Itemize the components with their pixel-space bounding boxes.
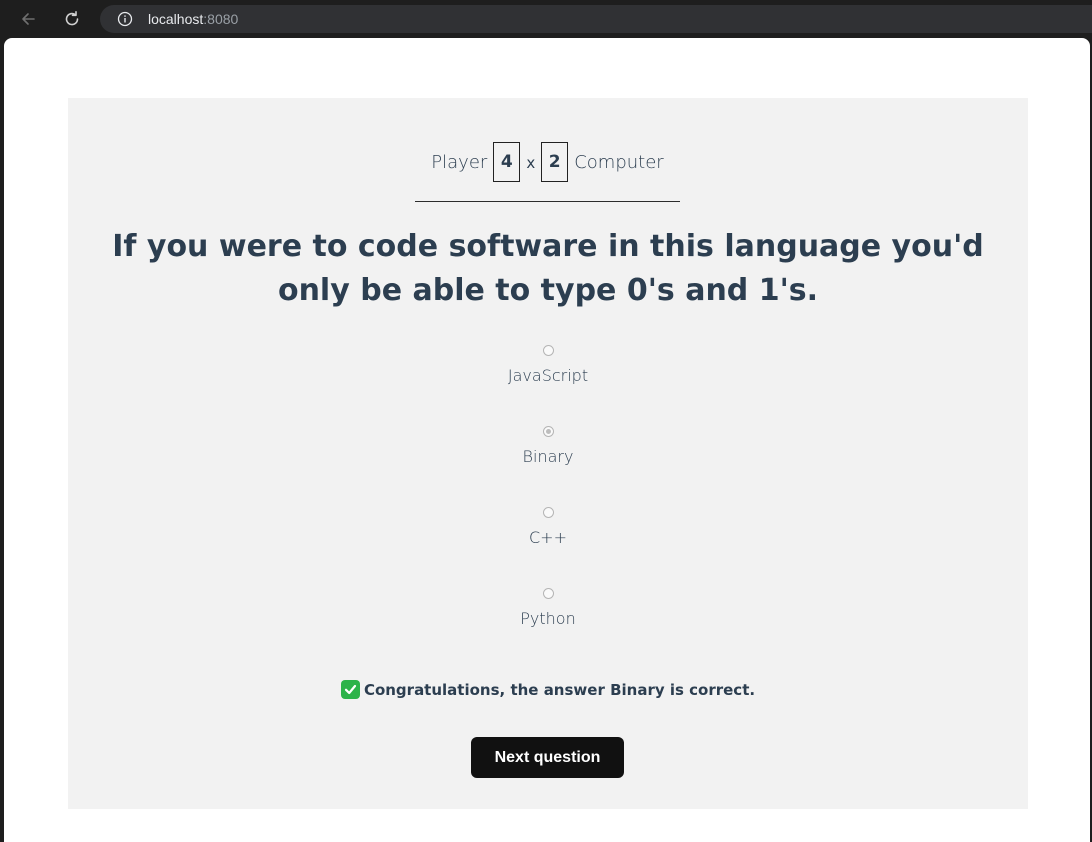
radio-button[interactable] — [542, 345, 554, 356]
score-separator: x — [526, 154, 536, 172]
url-port: :8080 — [203, 11, 239, 27]
answer-options: JavaScript Binary C++ Python — [68, 343, 1028, 667]
player-score: 4 — [493, 142, 521, 182]
check-mark-icon — [340, 680, 360, 699]
address-bar[interactable]: localhost:8080 — [100, 5, 1092, 33]
url-text: localhost:8080 — [148, 11, 238, 27]
option-binary[interactable]: Binary — [68, 424, 1028, 505]
computer-label: Computer — [574, 152, 664, 173]
computer-score: 2 — [541, 142, 569, 182]
option-label[interactable]: JavaScript — [508, 366, 588, 385]
option-python[interactable]: Python — [68, 586, 1028, 667]
player-label: Player — [431, 152, 488, 173]
page-viewport: Player 4 x 2 Computer If you were to cod… — [4, 38, 1090, 842]
option-label[interactable]: Binary — [523, 447, 574, 466]
quiz-card: Player 4 x 2 Computer If you were to cod… — [68, 98, 1028, 809]
feedback-text: Congratulations, the answer Binary is co… — [363, 680, 756, 699]
option-cpp[interactable]: C++ — [68, 505, 1028, 586]
radio-button[interactable] — [542, 507, 554, 518]
radio-button-selected[interactable] — [542, 426, 554, 437]
question-text: If you were to code software in this lan… — [112, 229, 984, 308]
next-question-button[interactable]: Next question — [471, 737, 624, 778]
scoreboard: Player 4 x 2 Computer — [415, 142, 680, 202]
browser-toolbar: localhost:8080 — [0, 0, 1092, 38]
option-label[interactable]: C++ — [529, 528, 567, 547]
back-arrow-icon[interactable] — [15, 6, 41, 32]
url-host: localhost — [148, 11, 204, 27]
radio-button[interactable] — [542, 588, 554, 599]
option-javascript[interactable]: JavaScript — [68, 343, 1028, 424]
option-label[interactable]: Python — [520, 609, 575, 628]
info-icon[interactable] — [116, 10, 134, 28]
feedback-message: Congratulations, the answer Binary is co… — [68, 680, 1028, 699]
reload-icon[interactable] — [59, 6, 85, 32]
